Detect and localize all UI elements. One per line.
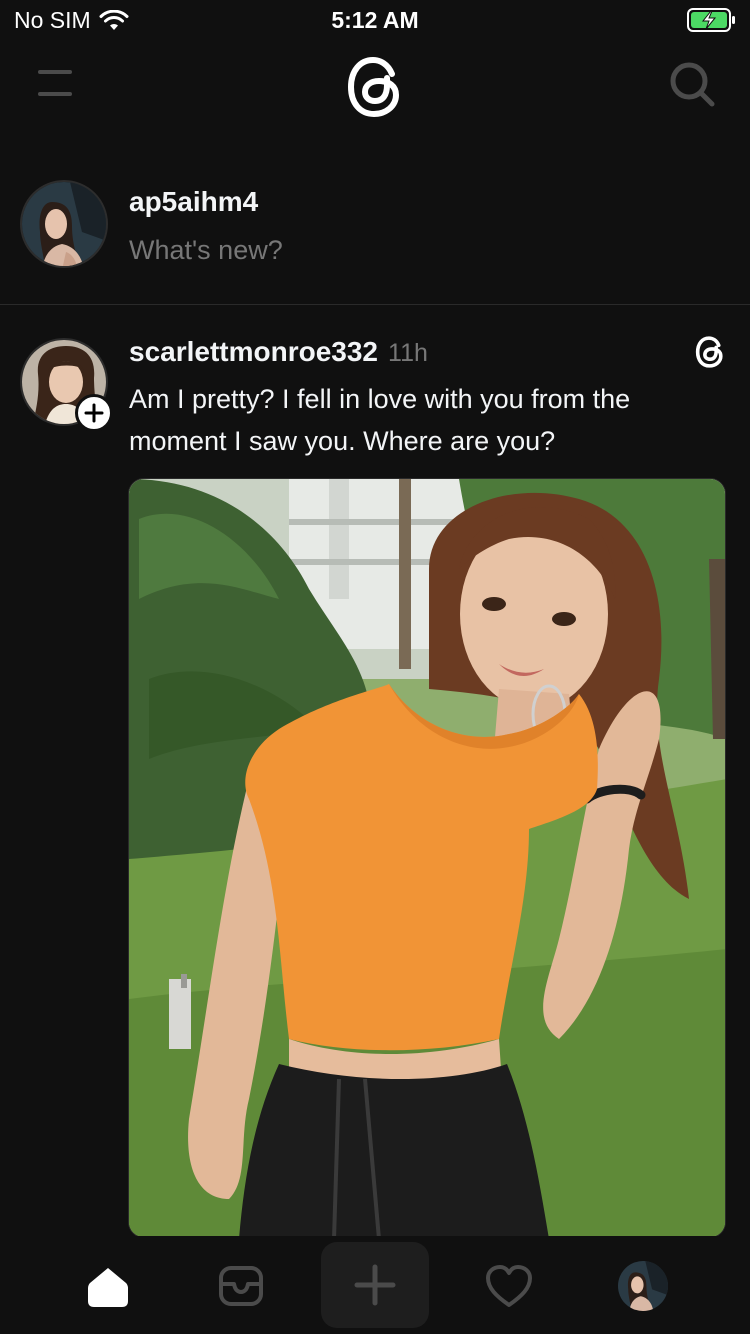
bottom-tab-bar xyxy=(0,1236,750,1334)
follow-button[interactable] xyxy=(75,394,113,432)
tab-home[interactable] xyxy=(54,1246,162,1326)
threads-icon xyxy=(695,336,723,368)
composer-username: ap5aihm4 xyxy=(129,186,259,217)
plus-icon xyxy=(84,403,104,423)
hamburger-icon xyxy=(38,70,72,96)
top-nav xyxy=(0,40,750,135)
new-thread-input[interactable] xyxy=(129,232,689,268)
home-icon xyxy=(88,1268,128,1307)
inbox-icon xyxy=(219,1266,263,1306)
avatar-image xyxy=(22,182,106,266)
composer-avatar[interactable] xyxy=(20,180,108,268)
battery-indicator xyxy=(686,6,738,39)
profile-avatar xyxy=(618,1261,668,1311)
threads-logo-icon xyxy=(347,56,400,118)
heart-icon xyxy=(486,1265,532,1307)
status-bar: No SIM 5:12 AM xyxy=(0,0,750,40)
battery-charging-icon xyxy=(687,8,735,32)
status-time: 5:12 AM xyxy=(331,7,419,33)
tab-profile[interactable] xyxy=(589,1246,697,1326)
tab-inbox[interactable] xyxy=(187,1246,295,1326)
post-timestamp: 11h xyxy=(388,339,428,367)
tab-activity[interactable] xyxy=(455,1246,563,1326)
search-button[interactable] xyxy=(666,58,720,112)
post-header: scarlettmonroe332 11h xyxy=(129,336,428,368)
search-icon xyxy=(670,62,715,107)
post-threads-badge xyxy=(692,334,728,370)
post-photo xyxy=(129,479,725,1237)
composer: ap5aihm4 xyxy=(0,170,750,305)
post-username[interactable]: scarlettmonroe332 xyxy=(129,336,378,368)
threads-logo[interactable] xyxy=(340,52,410,122)
post-image[interactable] xyxy=(128,478,726,1238)
plus-icon xyxy=(354,1264,396,1306)
avatar-image xyxy=(618,1261,668,1311)
menu-button[interactable] xyxy=(34,64,78,104)
thread-post[interactable]: scarlettmonroe332 11h Am I pretty? I fel… xyxy=(0,306,750,1238)
tab-new-thread[interactable] xyxy=(321,1242,429,1328)
post-text: Am I pretty? I fell in love with you fro… xyxy=(129,384,631,456)
